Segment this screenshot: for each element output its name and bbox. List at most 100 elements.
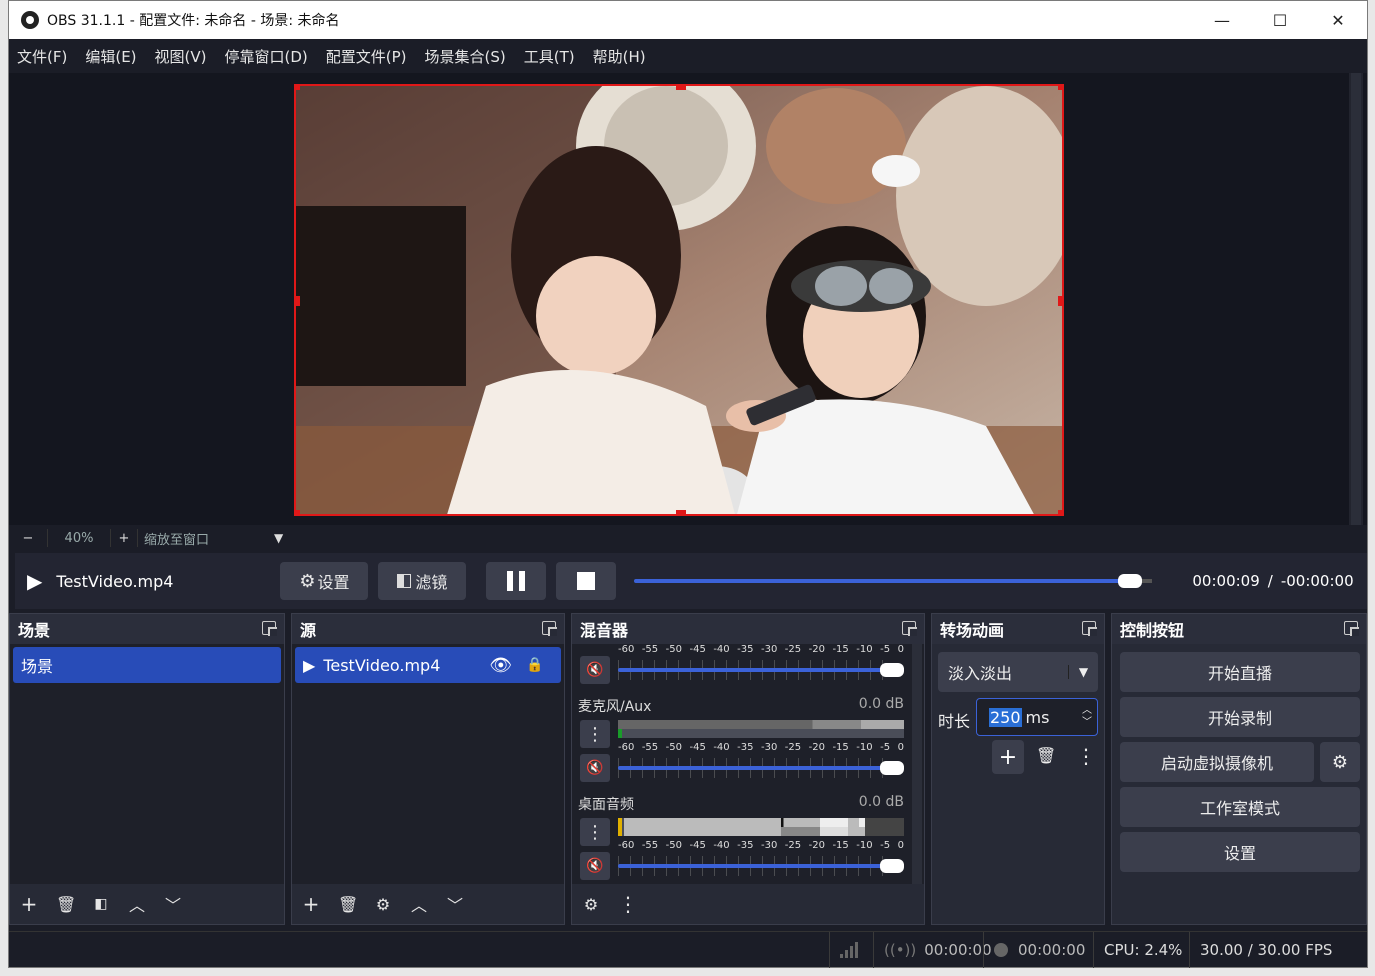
move-down-icon[interactable]: ﹀	[446, 892, 464, 916]
video-source-preview[interactable]	[294, 84, 1064, 516]
trash-icon[interactable]: 🗑	[56, 895, 76, 914]
eye-icon[interactable]: 👁	[489, 655, 512, 676]
media-current-time: 00:00:09	[1192, 572, 1260, 590]
seek-handle[interactable]	[1118, 574, 1143, 588]
mixer-scrollbar[interactable]	[912, 644, 922, 884]
broadcast-icon: ((•))	[884, 941, 917, 959]
close-button[interactable]: ✕	[1309, 1, 1367, 39]
duration-spinbox[interactable]: 250 ms ︿ ﹀	[976, 698, 1098, 736]
preview-scrollbar[interactable]	[1349, 73, 1363, 525]
obs-logo-icon	[21, 11, 39, 29]
transition-select[interactable]: 淡入淡出 ▼	[938, 652, 1098, 692]
cpu-usage: CPU: 2.4%	[1093, 932, 1189, 968]
zoom-in-button[interactable]: +	[117, 531, 131, 546]
chevron-down-icon[interactable]: ▼	[274, 531, 283, 545]
zoom-fit-select[interactable]: 缩放至窗口	[144, 529, 274, 548]
more-options-icon[interactable]: ⋮	[1076, 744, 1096, 768]
scenes-dock: 场景 场景 + 🗑 ◧ ︿ ﹀	[9, 613, 285, 925]
popout-icon[interactable]	[1082, 621, 1097, 636]
mixer-channel-desktop: 桌面音频 0.0 dB	[578, 794, 904, 814]
mute-icon[interactable]: 🔇	[580, 852, 610, 880]
filter-icon[interactable]: ◧	[92, 896, 110, 912]
volume-fader[interactable]	[618, 758, 904, 778]
move-up-icon[interactable]: ︿	[410, 892, 428, 916]
more-options-icon[interactable]: ⋮	[618, 892, 638, 916]
trash-icon[interactable]: 🗑	[1036, 746, 1056, 765]
menu-help[interactable]: 帮助(H)	[593, 46, 646, 67]
controls-dock: 控制按钮 开始直播 开始录制 启动虚拟摄像机 ⚙ 工作室模式 设置	[1111, 613, 1367, 925]
maximize-button[interactable]: ☐	[1251, 1, 1309, 39]
channel-db: 0.0 dB	[858, 794, 904, 810]
spin-arrows-icon[interactable]: ︿ ﹀	[1077, 705, 1097, 729]
mixer-dock: 混音器 -60 -55 -50 -45 -40 -35 -30 -25 -20 -15 -10 -5 0…	[571, 613, 925, 925]
scene-item[interactable]: 场景	[13, 647, 281, 683]
add-icon[interactable]: +	[302, 892, 320, 916]
media-file-name: TestVideo.mp4	[56, 571, 174, 591]
move-down-icon[interactable]: ﹀	[164, 892, 182, 916]
add-transition-button[interactable]: +	[992, 740, 1024, 774]
gear-icon[interactable]: ⚙	[374, 895, 392, 914]
mixer-channel-mic: 麦克风/Aux 0.0 dB	[578, 696, 904, 716]
move-up-icon[interactable]: ︿	[128, 892, 146, 916]
add-icon[interactable]: +	[20, 892, 38, 916]
obs-window: OBS 31.1.1 - 配置文件: 未命名 - 场景: 未命名 — ☐ ✕ 文…	[8, 0, 1368, 968]
menu-docks[interactable]: 停靠窗口(D)	[225, 46, 308, 67]
start-streaming-button[interactable]: 开始直播	[1120, 652, 1360, 692]
media-source-icon: ▶	[303, 655, 316, 675]
window-title: OBS 31.1.1 - 配置文件: 未命名 - 场景: 未命名	[47, 13, 340, 29]
volume-fader[interactable]	[618, 660, 904, 680]
menu-view[interactable]: 视图(V)	[155, 46, 207, 67]
volume-meter	[618, 720, 904, 738]
start-recording-button[interactable]: 开始录制	[1120, 697, 1360, 737]
more-options-icon[interactable]: ⋮	[580, 818, 610, 846]
zoom-out-button[interactable]: −	[15, 531, 41, 546]
lock-icon[interactable]: 🔒	[526, 657, 543, 673]
chevron-down-icon: ▼	[1068, 665, 1098, 679]
zoom-value[interactable]: 40%	[54, 531, 104, 546]
media-controls: ▶ TestVideo.mp4 ⚙ 设置 滤镜 00:00:09 / -00:00…	[15, 553, 1367, 609]
db-scale: -60 -55 -50 -45 -40 -35 -30 -25 -20 -15 -10 -5 0	[618, 644, 904, 655]
controls-title: 控制按钮	[1120, 621, 1185, 640]
menu-file[interactable]: 文件(F)	[17, 46, 67, 67]
media-seek-slider[interactable]	[634, 571, 1153, 591]
media-settings-button[interactable]: ⚙ 设置	[280, 562, 369, 600]
mixer-channels: -60 -55 -50 -45 -40 -35 -30 -25 -20 -15 -10 -5 0 🔇 麦…	[572, 644, 924, 884]
minimize-button[interactable]: —	[1193, 1, 1251, 39]
popout-icon[interactable]	[542, 621, 557, 636]
settings-button[interactable]: 设置	[1120, 832, 1360, 872]
channel-db: 0.0 dB	[858, 696, 904, 712]
popout-icon[interactable]	[1344, 621, 1359, 636]
gear-icon: ⚙	[299, 570, 316, 592]
stop-button[interactable]	[556, 562, 617, 600]
sources-list[interactable]: ▶ TestVideo.mp4 👁 🔒	[292, 644, 564, 884]
mute-icon[interactable]: 🔇	[580, 656, 610, 684]
title-bar: OBS 31.1.1 - 配置文件: 未命名 - 场景: 未命名 — ☐ ✕	[9, 1, 1367, 39]
menu-tools[interactable]: 工具(T)	[524, 46, 575, 67]
network-signal-icon	[829, 932, 873, 968]
menu-edit[interactable]: 编辑(E)	[85, 46, 136, 67]
more-options-icon[interactable]: ⋮	[580, 720, 610, 748]
menu-scene-collection[interactable]: 场景集合(S)	[425, 46, 506, 67]
scenes-title: 场景	[18, 621, 51, 640]
studio-mode-button[interactable]: 工作室模式	[1120, 787, 1360, 827]
advanced-audio-icon[interactable]: ⚙	[582, 895, 600, 914]
virtual-camera-button[interactable]: 启动虚拟摄像机	[1120, 742, 1314, 782]
media-time-separator: /	[1267, 572, 1273, 590]
preview-area[interactable]	[9, 73, 1367, 525]
volume-meter	[618, 818, 904, 836]
mute-icon[interactable]: 🔇	[580, 754, 610, 782]
popout-icon[interactable]	[902, 621, 917, 636]
virtual-camera-settings-button[interactable]: ⚙	[1320, 742, 1360, 782]
popout-icon[interactable]	[262, 621, 277, 636]
mixer-title: 混音器	[580, 621, 629, 640]
scenes-list[interactable]: 场景	[10, 644, 284, 884]
volume-fader[interactable]	[618, 856, 904, 876]
duration-label: 时长	[938, 712, 971, 731]
menu-profile[interactable]: 配置文件(P)	[326, 46, 407, 67]
pause-button[interactable]	[486, 562, 547, 600]
trash-icon[interactable]: 🗑	[338, 895, 358, 914]
status-bar: ((•)) 00:00:00 00:00:00 CPU: 2.4% 30.00 …	[9, 931, 1367, 968]
source-item[interactable]: ▶ TestVideo.mp4 👁 🔒	[295, 647, 561, 683]
menu-bar: 文件(F) 编辑(E) 视图(V) 停靠窗口(D) 配置文件(P) 场景集合(S…	[9, 39, 1367, 73]
media-filters-button[interactable]: 滤镜	[378, 562, 467, 600]
